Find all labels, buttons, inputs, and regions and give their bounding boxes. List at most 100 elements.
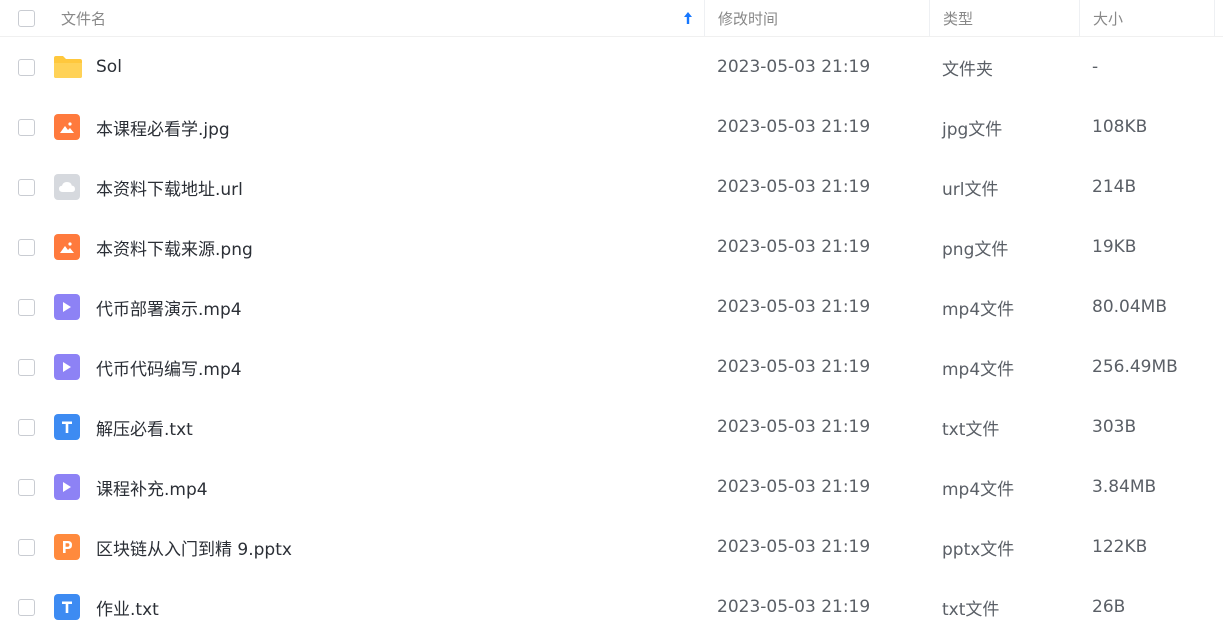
header-type-label: 类型 [943,9,974,28]
image-file-icon [54,114,80,140]
file-row[interactable]: Sol 2023-05-03 21:19 文件夹 - [0,37,1223,97]
row-checkbox[interactable] [18,58,35,76]
row-checkbox[interactable] [18,478,35,496]
file-name[interactable]: Sol [96,57,122,77]
header-type-column[interactable]: 类型 [929,0,1079,36]
row-select-cell [0,238,54,256]
file-row[interactable]: 区块链从入门到精 9.pptx 2023-05-03 21:19 pptx文件 … [0,517,1223,577]
file-name[interactable]: 解压必看.txt [96,415,193,440]
file-name[interactable]: 本课程必看学.jpg [96,115,230,140]
video-file-icon [54,354,80,380]
file-name[interactable]: 课程补充.mp4 [96,475,208,500]
file-name-cell[interactable]: 解压必看.txt [54,414,704,440]
file-type: pptx文件 [942,539,1015,560]
file-modified: 2023-05-03 21:19 [717,57,871,77]
file-modified: 2023-05-03 21:19 [717,177,871,197]
file-list-header: 文件名 修改时间 类型 大小 [0,0,1223,37]
file-type: txt文件 [942,599,1000,620]
row-select-cell [0,478,54,496]
select-all-checkbox[interactable] [18,9,35,27]
file-size: 256.49MB [1092,357,1178,377]
file-size: - [1092,57,1099,77]
file-name[interactable]: 代币代码编写.mp4 [96,355,242,380]
text-file-icon [54,414,80,440]
file-name[interactable]: 作业.txt [96,595,159,620]
header-tail-column [1214,0,1223,36]
row-checkbox[interactable] [18,238,35,256]
file-type: mp4文件 [942,359,1015,380]
header-modified-label: 修改时间 [718,9,779,28]
file-modified: 2023-05-03 21:19 [717,297,871,317]
row-select-cell [0,598,54,616]
file-type: jpg文件 [942,119,1003,140]
file-row[interactable]: 课程补充.mp4 2023-05-03 21:19 mp4文件 3.84MB [0,457,1223,517]
video-file-icon [54,294,80,320]
header-size-column[interactable]: 大小 [1079,0,1214,36]
file-modified: 2023-05-03 21:19 [717,597,871,617]
folder-icon [52,55,83,79]
file-modified: 2023-05-03 21:19 [717,237,871,257]
file-modified: 2023-05-03 21:19 [717,417,871,437]
row-checkbox[interactable] [18,358,35,376]
file-row[interactable]: 本资料下载来源.png 2023-05-03 21:19 png文件 19KB [0,217,1223,277]
file-row[interactable]: 作业.txt 2023-05-03 21:19 txt文件 26B [0,577,1223,637]
file-name-cell[interactable]: 本资料下载来源.png [54,234,704,260]
file-row[interactable]: 本资料下载地址.url 2023-05-03 21:19 url文件 214B [0,157,1223,217]
file-modified: 2023-05-03 21:19 [717,357,871,377]
sort-ascending-icon[interactable] [682,11,694,25]
row-select-cell [0,178,54,196]
file-name[interactable]: 本资料下载来源.png [96,235,253,260]
image-file-icon [54,234,80,260]
file-name-cell[interactable]: Sol [54,55,704,79]
file-type: 文件夹 [942,59,993,80]
row-select-cell [0,298,54,316]
file-name-cell[interactable]: 作业.txt [54,594,704,620]
file-name-cell[interactable]: 代币部署演示.mp4 [54,294,704,320]
row-select-cell [0,358,54,376]
file-type: mp4文件 [942,299,1015,320]
file-row[interactable]: 解压必看.txt 2023-05-03 21:19 txt文件 303B [0,397,1223,457]
header-name-column[interactable]: 文件名 [54,8,704,29]
row-checkbox[interactable] [18,598,35,616]
file-name[interactable]: 本资料下载地址.url [96,175,243,200]
ppt-file-icon [54,534,80,560]
file-type: png文件 [942,239,1009,260]
row-checkbox[interactable] [18,538,35,556]
row-checkbox[interactable] [18,178,35,196]
file-name-cell[interactable]: 课程补充.mp4 [54,474,704,500]
file-name-cell[interactable]: 本资料下载地址.url [54,174,704,200]
row-checkbox[interactable] [18,418,35,436]
row-select-cell [0,58,54,76]
file-size: 214B [1092,177,1137,197]
file-size: 19KB [1092,237,1137,257]
file-row[interactable]: 代币部署演示.mp4 2023-05-03 21:19 mp4文件 80.04M… [0,277,1223,337]
header-size-label: 大小 [1093,9,1124,28]
file-type: url文件 [942,179,999,200]
file-name-cell[interactable]: 代币代码编写.mp4 [54,354,704,380]
file-name-cell[interactable]: 本课程必看学.jpg [54,114,704,140]
file-name-cell[interactable]: 区块链从入门到精 9.pptx [54,534,704,560]
row-checkbox[interactable] [18,118,35,136]
select-all-cell [0,9,54,27]
file-size: 26B [1092,597,1126,617]
file-type: txt文件 [942,419,1000,440]
file-modified: 2023-05-03 21:19 [717,117,871,137]
header-modified-column[interactable]: 修改时间 [704,0,929,36]
video-file-icon [54,474,80,500]
file-modified: 2023-05-03 21:19 [717,537,871,557]
file-name[interactable]: 代币部署演示.mp4 [96,295,242,320]
header-name-label: 文件名 [61,9,107,28]
file-row[interactable]: 本课程必看学.jpg 2023-05-03 21:19 jpg文件 108KB [0,97,1223,157]
file-size: 3.84MB [1092,477,1157,497]
row-select-cell [0,118,54,136]
row-checkbox[interactable] [18,298,35,316]
file-name[interactable]: 区块链从入门到精 9.pptx [96,535,292,560]
file-type: mp4文件 [942,479,1015,500]
file-size: 108KB [1092,117,1148,137]
file-size: 80.04MB [1092,297,1167,317]
row-select-cell [0,418,54,436]
file-list-table: 文件名 修改时间 类型 大小 Sol 2023-05-03 21:19 文件夹 … [0,0,1223,637]
row-select-cell [0,538,54,556]
file-row[interactable]: 代币代码编写.mp4 2023-05-03 21:19 mp4文件 256.49… [0,337,1223,397]
cloud-file-icon [54,174,80,200]
